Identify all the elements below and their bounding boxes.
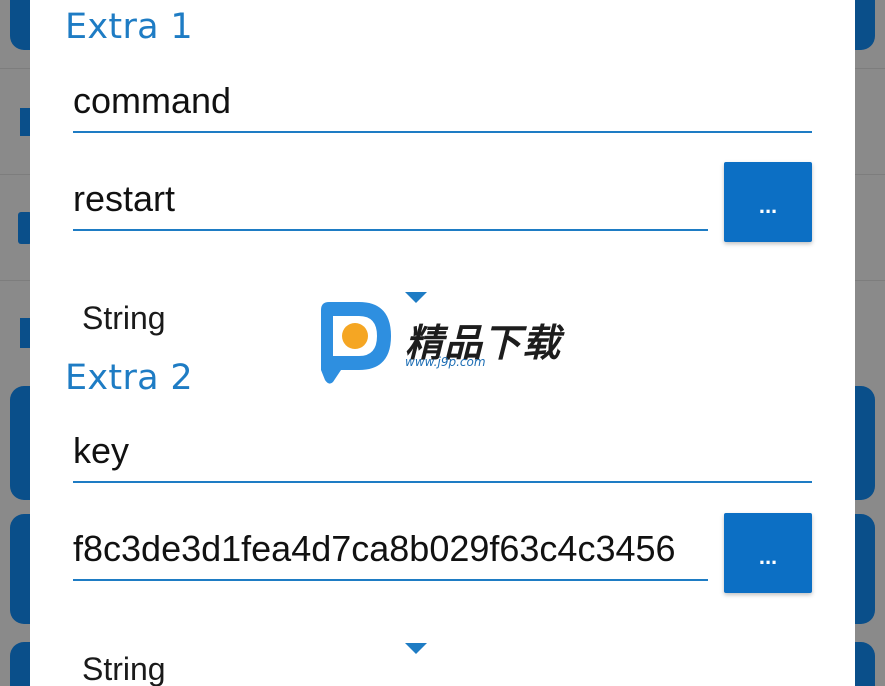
extra-1-value-input[interactable] bbox=[73, 175, 708, 229]
extra-1-key-input[interactable] bbox=[73, 77, 812, 131]
background-list-icon bbox=[20, 108, 30, 136]
extra-1-title: Extra 1 bbox=[65, 7, 193, 47]
watermark-url: www.j9p.com bbox=[405, 355, 486, 369]
extra-2-type-dropdown[interactable]: String bbox=[80, 643, 440, 686]
extra-1-browse-button[interactable]: ... bbox=[724, 162, 812, 242]
extra-2-browse-button[interactable]: ... bbox=[724, 513, 812, 593]
screen: Extra 1 ... String Extra 2 ... String bbox=[0, 0, 885, 686]
extra-2-value-input[interactable] bbox=[73, 525, 708, 579]
extra-1-type-label: String bbox=[82, 300, 166, 336]
extra-1-value-field[interactable] bbox=[73, 175, 708, 231]
chevron-down-icon bbox=[405, 643, 427, 654]
extra-2-type-label: String bbox=[82, 651, 166, 686]
background-home-icon bbox=[20, 318, 30, 348]
extra-2-key-input[interactable] bbox=[73, 427, 812, 481]
extra-2-value-field[interactable] bbox=[73, 525, 708, 581]
extra-1-key-field[interactable] bbox=[73, 77, 812, 133]
extra-2-key-field[interactable] bbox=[73, 427, 812, 483]
watermark-p-logo-icon bbox=[321, 302, 391, 384]
extra-2-title: Extra 2 bbox=[65, 358, 193, 398]
watermark-logo: 精品下载 www.j9p.com bbox=[315, 300, 575, 390]
